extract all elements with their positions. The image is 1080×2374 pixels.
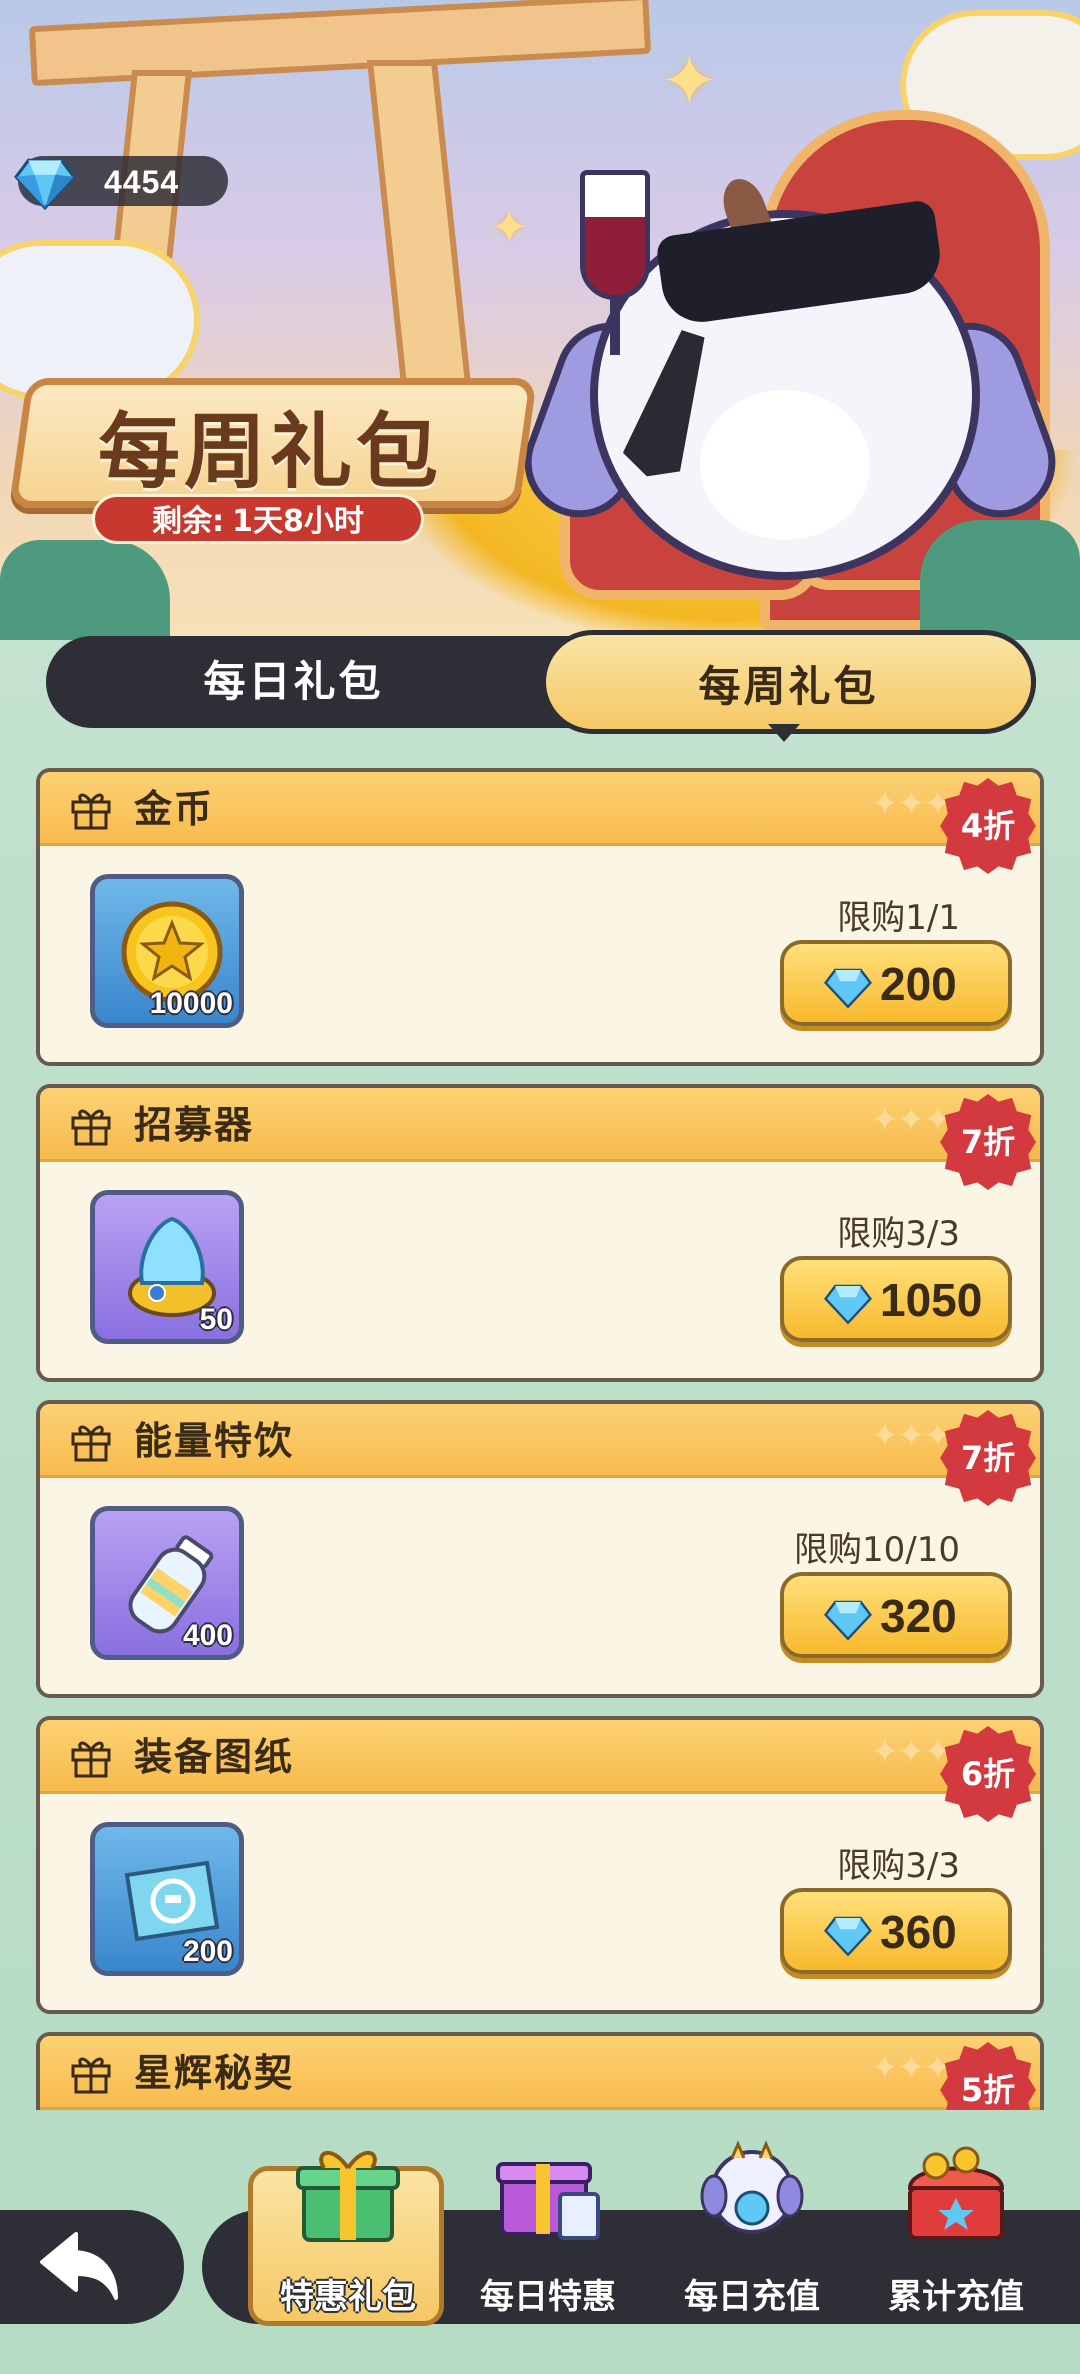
nav-label: 每日充值	[684, 2277, 820, 2317]
wine-glass-stem	[610, 295, 620, 355]
diamond-gem-icon	[824, 1284, 872, 1325]
package-card-energy-drink: 能量特饮 ✦✦✦ 7折 400 限购10/10 320	[36, 1400, 1044, 1698]
remaining-time-badge: 剩余: 1天8小时	[92, 494, 424, 544]
item-tile[interactable]: 400	[90, 1506, 244, 1660]
item-quantity: 10000	[149, 987, 233, 1020]
home-indicator-area	[0, 2330, 1080, 2374]
nav-label: 累计充值	[888, 2277, 1024, 2317]
price: 200	[880, 958, 957, 1010]
gift-box-icon	[296, 2150, 400, 2242]
timer-label: 剩余:	[152, 504, 225, 539]
back-arrow-icon	[40, 2232, 118, 2300]
gift-icon	[71, 1741, 111, 1778]
diamond-gem-icon	[824, 1916, 872, 1957]
star-decoration: ✦✦✦	[870, 784, 952, 824]
price: 1050	[880, 1274, 983, 1326]
price: 320	[880, 1590, 957, 1642]
purchase-limit: 限购3/3	[837, 1214, 960, 1254]
package-name: 装备图纸	[134, 1735, 295, 1779]
gift-icon	[71, 2057, 111, 2094]
diamond-gem-icon	[824, 968, 872, 1009]
buy-button[interactable]: 320	[780, 1572, 1012, 1658]
treasure-chest-icon	[907, 2146, 1005, 2240]
package-card-recruiter: 招募器 ✦✦✦ 7折 50 限购3/3 1050	[36, 1084, 1044, 1382]
package-name: 招募器	[134, 1103, 255, 1147]
tab-daily-pack[interactable]: 每日礼包	[46, 636, 541, 728]
wine-glass-icon	[580, 170, 650, 300]
card-header: 装备图纸 ✦✦✦	[40, 1720, 1040, 1794]
tab-pointer	[768, 724, 800, 742]
purchase-limit: 限购1/1	[837, 898, 960, 938]
daily-deal-box-icon	[496, 2162, 600, 2240]
package-name: 金币	[134, 787, 215, 831]
nav-label: 每日特惠	[480, 2277, 616, 2317]
item-quantity: 400	[182, 1619, 233, 1652]
gift-icon	[71, 1109, 111, 1146]
bottom-navigation: 特惠礼包 每日特惠 每日充值 累计充值	[0, 2140, 1080, 2330]
item-quantity: 50	[199, 1303, 233, 1336]
sparkle-icon: ✦	[490, 200, 529, 254]
star-decoration: ✦✦✦	[870, 1100, 952, 1140]
page-title: 每周礼包	[97, 405, 442, 500]
diamond-gem-icon	[824, 1600, 872, 1641]
purchase-limit: 限购10/10	[794, 1530, 960, 1570]
item-quantity: 200	[182, 1935, 233, 1968]
buy-button[interactable]: 200	[780, 940, 1012, 1026]
bush-decoration	[920, 520, 1080, 640]
tab-weekly-pack[interactable]: 每周礼包	[541, 630, 1036, 734]
currency-display[interactable]: 4454	[14, 156, 228, 211]
package-card-star-pact: 星辉秘契 ✦✦✦ 5折	[36, 2032, 1044, 2110]
cloud	[0, 240, 200, 400]
nav-pill: 特惠礼包 每日特惠 每日充值 累计充值	[202, 2140, 1080, 2326]
back-button[interactable]	[0, 2210, 184, 2324]
card-header: 金币 ✦✦✦	[40, 772, 1040, 846]
character-belly	[700, 390, 870, 540]
card-header: 能量特饮 ✦✦✦	[40, 1404, 1040, 1478]
card-header: 招募器 ✦✦✦	[40, 1088, 1040, 1162]
gift-icon	[71, 793, 111, 830]
package-card-gold: 金币 ✦✦✦ 4折 10000 限购1/1 200	[36, 768, 1044, 1066]
star-decoration: ✦✦✦	[870, 1416, 952, 1456]
nav-daily-recharge[interactable]: 每日充值	[652, 2138, 852, 2328]
purchase-limit: 限购3/3	[837, 1846, 960, 1886]
nav-cumulative-recharge[interactable]: 累计充值	[856, 2138, 1056, 2328]
package-name: 星辉秘契	[134, 2051, 295, 2095]
gift-icon	[71, 1425, 111, 1462]
star-decoration: ✦✦✦	[870, 1732, 952, 1772]
sparkle-icon: ✦	[660, 40, 719, 122]
package-card-blueprint: 装备图纸 ✦✦✦ 6折 200 限购3/3 360	[36, 1716, 1044, 2014]
arch-beam	[28, 0, 652, 87]
buy-button[interactable]: 1050	[780, 1256, 1012, 1342]
nav-label: 特惠礼包	[280, 2277, 416, 2317]
package-list[interactable]: 金币 ✦✦✦ 4折 10000 限购1/1 200 招募器 ✦✦✦ 7折 50 …	[36, 768, 1044, 2110]
card-header: 星辉秘契 ✦✦✦	[40, 2036, 1040, 2110]
price: 360	[880, 1906, 957, 1958]
currency-amount: 4454	[104, 164, 180, 200]
nav-special-pack[interactable]: 特惠礼包	[248, 2138, 448, 2328]
diamond-gem-icon	[14, 158, 76, 211]
package-name: 能量特饮	[134, 1419, 295, 1463]
bush-decoration	[0, 540, 170, 640]
nav-daily-deal[interactable]: 每日特惠	[448, 2138, 648, 2328]
star-decoration: ✦✦✦	[870, 2048, 952, 2088]
timer-value: 1天8小时	[232, 504, 364, 539]
buy-button[interactable]: 360	[780, 1888, 1012, 1974]
recharge-mascot-icon	[700, 2140, 804, 2234]
item-tile[interactable]: 200	[90, 1822, 244, 1976]
item-tile[interactable]: 10000	[90, 874, 244, 1028]
item-tile[interactable]: 50	[90, 1190, 244, 1344]
tab-bar: 每日礼包 每周礼包	[46, 630, 1036, 734]
